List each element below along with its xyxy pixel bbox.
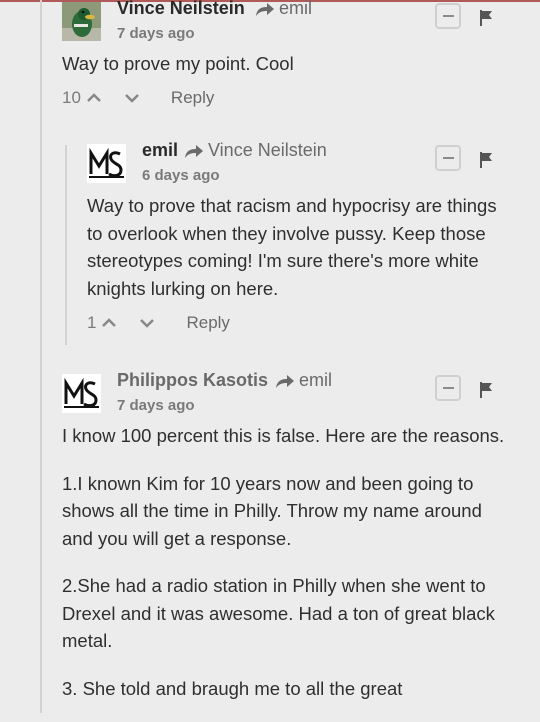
- avatar[interactable]: [62, 2, 101, 41]
- flag-icon[interactable]: [479, 10, 493, 26]
- vote-bar: 10 Reply: [62, 88, 214, 108]
- vote-count: 1: [87, 313, 97, 332]
- flag-icon[interactable]: [479, 382, 493, 398]
- thread-line-outer: [40, 0, 42, 713]
- comment-body: Way to prove that racism and hypocrisy a…: [87, 192, 517, 322]
- comment-paragraph: I know 100 percent this is false. Here a…: [62, 425, 505, 446]
- reply-to[interactable]: Vince Neilstein: [184, 140, 327, 161]
- reply-button[interactable]: Reply: [186, 313, 229, 333]
- vote-bar: 1 Reply: [87, 313, 230, 333]
- collapse-icon: [442, 15, 454, 17]
- comment-paragraph: 1.I known Kim for 10 years now and been …: [62, 472, 482, 549]
- upvote-icon[interactable]: [102, 318, 117, 328]
- vote-count: 10: [62, 88, 81, 107]
- comment-paragraph: Way to prove that racism and hypocrisy a…: [87, 195, 497, 299]
- comment-paragraph: 2.She had a radio station in Philly when…: [62, 575, 495, 651]
- reply-button[interactable]: Reply: [171, 88, 214, 108]
- comment-timestamp[interactable]: 6 days ago: [142, 167, 220, 184]
- flag-icon[interactable]: [479, 152, 493, 168]
- upvote-icon[interactable]: [87, 93, 101, 103]
- ms-logo-avatar-icon: [62, 374, 101, 413]
- reply-to[interactable]: emil: [255, 0, 312, 19]
- downvote-icon[interactable]: [140, 318, 155, 328]
- duck-avatar-icon: [62, 2, 101, 41]
- comment-body: I know 100 percent this is false. Here a…: [62, 422, 512, 722]
- reply-arrow-icon: [256, 2, 274, 16]
- reply-arrow-icon: [276, 374, 294, 388]
- downvote-icon[interactable]: [125, 93, 139, 103]
- collapse-icon: [442, 387, 454, 389]
- collapse-icon: [442, 157, 454, 159]
- ms-logo-avatar-icon: [87, 144, 126, 183]
- comment-paragraph: Way to prove my point. Cool: [62, 53, 294, 74]
- avatar[interactable]: [62, 374, 101, 413]
- reply-to-name: emil: [279, 0, 313, 18]
- reply-to-name: Vince Neilstein: [208, 140, 327, 160]
- comment-author[interactable]: emil: [142, 140, 178, 161]
- thread-line-inner: [65, 145, 67, 345]
- reply-arrow-icon: [185, 144, 203, 158]
- collapse-button[interactable]: [435, 375, 461, 401]
- reply-to-name: emil: [299, 370, 333, 390]
- reply-to[interactable]: emil: [275, 370, 332, 391]
- comment-author[interactable]: Philippos Kasotis: [117, 370, 268, 391]
- collapse-button[interactable]: [435, 3, 461, 29]
- comment-timestamp[interactable]: 7 days ago: [117, 25, 195, 42]
- collapse-button[interactable]: [435, 145, 461, 171]
- avatar[interactable]: [87, 144, 126, 183]
- comment-author[interactable]: Vince Neilstein: [117, 0, 245, 19]
- comment-paragraph: 3. She told and braugh me to all the gre…: [62, 677, 403, 699]
- comment-timestamp[interactable]: 7 days ago: [117, 397, 195, 414]
